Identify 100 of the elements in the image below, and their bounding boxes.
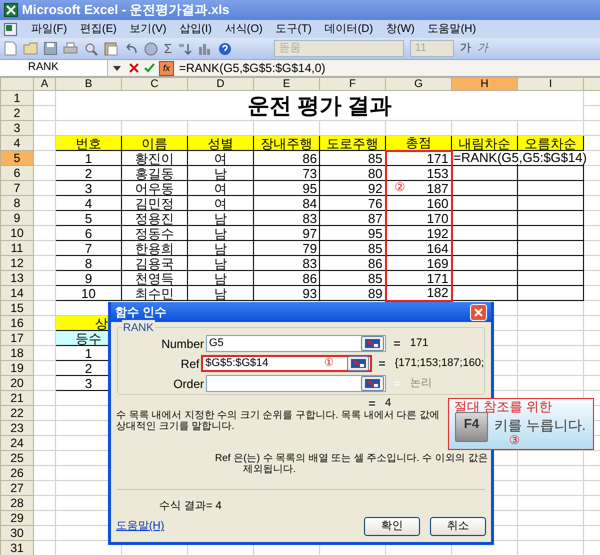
row-header[interactable]: 25 (0, 450, 34, 466)
row-header[interactable]: 5 (0, 150, 34, 166)
table-cell: 8 (56, 256, 122, 270)
save-icon[interactable] (44, 42, 57, 55)
function-result: 4 (385, 397, 392, 410)
column-header[interactable]: B (56, 78, 122, 90)
table-cell: 6 (56, 226, 122, 240)
table-cell: 남 (188, 166, 254, 180)
table-cell: 86 (320, 256, 386, 270)
menu-item[interactable]: 도움말(H) (428, 20, 476, 38)
magnifier-icon[interactable] (84, 42, 98, 56)
sort-icon[interactable] (178, 42, 192, 56)
column-header[interactable]: I (518, 78, 584, 90)
menu-item[interactable]: 창(W) (386, 20, 415, 38)
spreadsheet-icon[interactable] (4, 22, 18, 36)
menu-item[interactable]: 파일(F) (31, 20, 68, 38)
dialog-button[interactable]: 취소 (430, 517, 486, 536)
row-header[interactable]: 30 (0, 526, 34, 540)
row-header[interactable]: 21 (0, 390, 34, 406)
column-header[interactable]: C (122, 78, 188, 90)
row-header[interactable]: 26 (0, 466, 34, 480)
row-header[interactable]: 2 (0, 106, 34, 120)
dropdown-arrow-icon[interactable] (113, 66, 121, 70)
callout-text: 키를 누릅니다. (494, 418, 586, 433)
row-header[interactable]: 23 (0, 420, 34, 436)
equals-icon (369, 401, 375, 406)
bar-chart-icon[interactable] (198, 42, 212, 55)
row-header[interactable]: 10 (0, 226, 34, 240)
row-header[interactable]: 7 (0, 180, 34, 196)
row-header[interactable]: 19 (0, 360, 34, 376)
new-document-icon[interactable] (4, 41, 17, 56)
row-header[interactable]: 22 (0, 406, 34, 420)
menu-item[interactable]: 데이터(D) (324, 20, 373, 38)
row-header[interactable]: 31 (0, 540, 34, 555)
row-header[interactable]: 16 (0, 316, 34, 330)
row-header[interactable]: 20 (0, 376, 34, 390)
table-cell: 93 (254, 286, 320, 300)
autosum-button[interactable]: Σ (164, 38, 172, 58)
collapse-dialog-button[interactable] (347, 356, 369, 371)
row-header[interactable]: 17 (0, 330, 34, 346)
row-header[interactable]: 27 (0, 480, 34, 496)
column-header[interactable]: H (452, 78, 518, 90)
dialog-button[interactable]: 확인 (364, 517, 420, 536)
table-cell: 남 (188, 270, 254, 286)
help-icon[interactable] (218, 42, 232, 56)
row-header[interactable]: 8 (0, 196, 34, 210)
row-header[interactable]: 28 (0, 496, 34, 510)
row-header[interactable]: 13 (0, 270, 34, 286)
close-button[interactable] (470, 304, 487, 320)
step-marker: ① (324, 356, 334, 372)
bold-button[interactable]: 가 (460, 40, 472, 57)
table-cell: 97 (254, 226, 320, 240)
formula-text[interactable]: =RANK(G5,$G$5:$G$14,0) (179, 59, 326, 77)
row-header[interactable]: 24 (0, 436, 34, 450)
undo-icon[interactable] (124, 42, 138, 55)
row-header[interactable]: 4 (0, 136, 34, 150)
help-link[interactable]: 도움말(H) (116, 518, 164, 535)
collapse-dialog-button[interactable] (361, 336, 384, 351)
checkmark-icon[interactable] (144, 63, 155, 73)
table-cell: 7 (56, 240, 122, 256)
table-cell: 김용국 (122, 256, 188, 270)
menu-item[interactable]: 삽입(I) (179, 20, 212, 38)
menu-item[interactable]: 편집(E) (80, 20, 117, 38)
row-header[interactable]: 3 (0, 120, 34, 136)
table-cell: 황진이 (122, 150, 188, 166)
column-heading-cell: 내림차순 (452, 136, 518, 150)
table-cell: 83 (254, 210, 320, 226)
table-cell: 정동수 (122, 226, 188, 240)
cancel-icon[interactable] (129, 63, 139, 73)
column-header[interactable]: A (34, 78, 56, 90)
table-cell: 천영득 (122, 270, 188, 286)
table-cell: 83 (254, 256, 320, 270)
row-header[interactable]: 15 (0, 300, 34, 316)
row-header[interactable]: 29 (0, 510, 34, 526)
printer-icon[interactable] (63, 42, 78, 55)
menu-item[interactable]: 보기(V) (130, 20, 166, 38)
menu-item[interactable]: 서식(O) (224, 20, 263, 38)
column-header[interactable]: D (188, 78, 254, 90)
name-box[interactable]: RANK (0, 60, 108, 76)
row-header[interactable]: 6 (0, 166, 34, 180)
row-header[interactable]: 11 (0, 240, 34, 256)
row-header[interactable]: 14 (0, 286, 34, 300)
table-cell: 2 (56, 166, 122, 180)
column-header[interactable]: E (254, 78, 320, 90)
table-cell: 85 (320, 240, 386, 256)
window-title: Microsoft Excel - 운전평가결과.xls (22, 1, 230, 20)
table-cell: 164 (386, 240, 452, 256)
column-header[interactable]: G (386, 78, 452, 90)
row-header[interactable]: 12 (0, 256, 34, 270)
italic-button[interactable]: 가 (477, 40, 488, 57)
table-cell: 김민정 (122, 196, 188, 210)
row-header[interactable]: 18 (0, 346, 34, 360)
row-header[interactable]: 9 (0, 210, 34, 226)
collapse-dialog-button[interactable] (361, 376, 384, 391)
insert-function-button[interactable]: fx (159, 60, 174, 76)
menu-item[interactable]: 도구(T) (276, 20, 312, 38)
folder-icon[interactable] (23, 42, 38, 55)
column-header[interactable]: F (320, 78, 386, 90)
row-header[interactable]: 1 (0, 90, 34, 106)
clipboard-icon[interactable] (104, 41, 118, 56)
